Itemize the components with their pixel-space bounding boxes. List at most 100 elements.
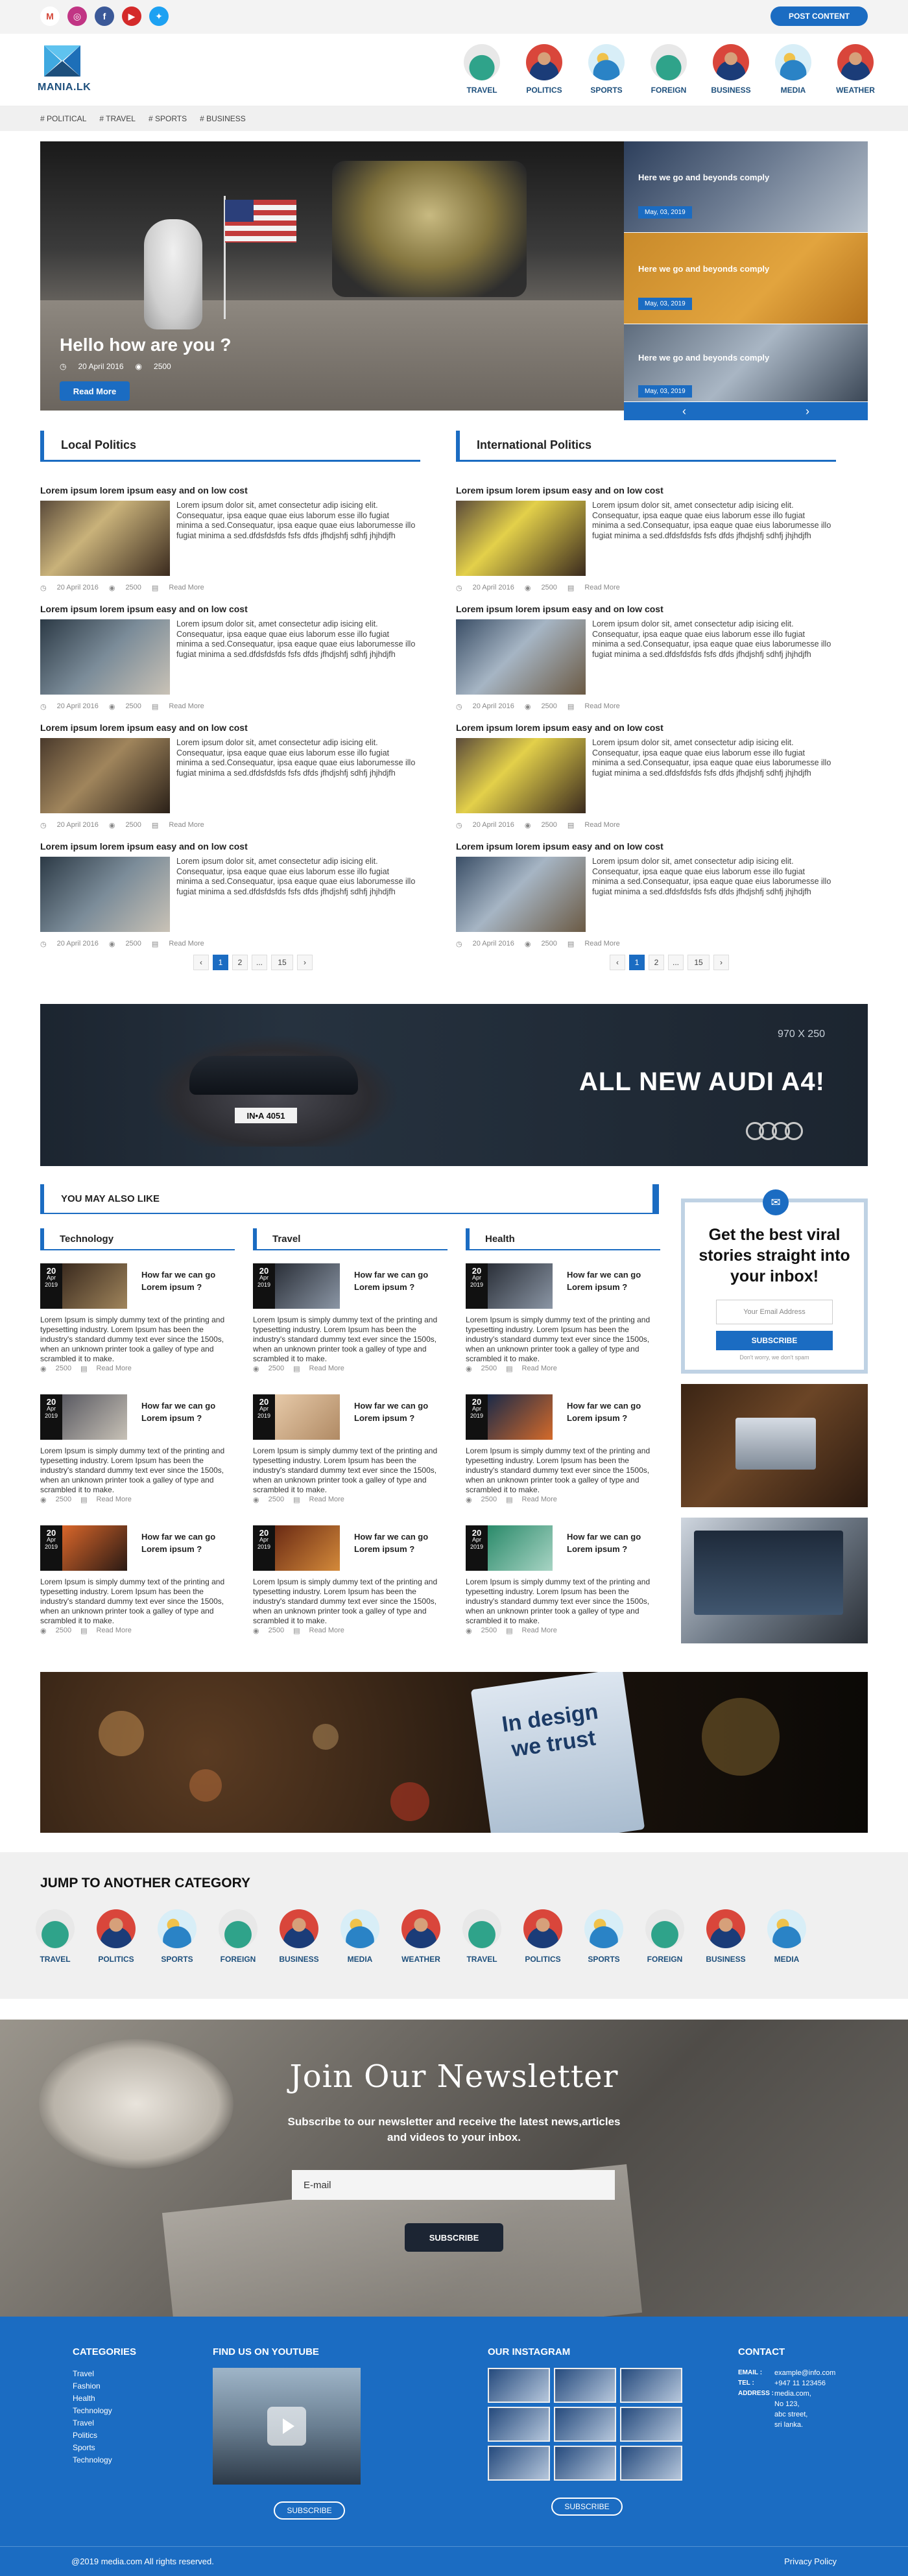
nav-category-foreign[interactable]: FOREIGN <box>647 44 690 95</box>
instagram-icon[interactable]: ◎ <box>67 6 87 26</box>
privacy-policy-link[interactable]: Privacy Policy <box>784 2557 837 2566</box>
read-more-link[interactable]: Read More <box>584 702 619 711</box>
footer-category-link[interactable]: Sports <box>73 2442 136 2454</box>
jump-category-foreign[interactable]: FOREIGN <box>217 1909 259 1964</box>
nav-category-weather[interactable]: WEATHER <box>834 44 877 95</box>
read-more-link[interactable]: Read More <box>584 940 619 948</box>
read-more-link[interactable]: Read More <box>522 1627 557 1635</box>
mini-article-title[interactable]: How far we can go Lorem ipsum ? <box>567 1269 658 1293</box>
hero-side-title[interactable]: Here we go and beyonds comply <box>638 173 769 182</box>
mini-article-title[interactable]: How far we can go Lorem ipsum ? <box>354 1269 445 1293</box>
pager-last[interactable]: 15 <box>687 955 710 970</box>
mini-article-thumbnail[interactable] <box>62 1525 127 1571</box>
instagram-photo[interactable] <box>620 2407 682 2442</box>
youtube-subscribe-button[interactable]: SUBSCRIBE <box>274 2501 345 2520</box>
article-thumbnail[interactable] <box>456 857 586 932</box>
mini-article-thumbnail[interactable] <box>62 1263 127 1309</box>
pager-next[interactable]: › <box>297 955 313 970</box>
jump-category-politics[interactable]: POLITICS <box>521 1909 564 1964</box>
read-more-link[interactable]: Read More <box>169 940 204 948</box>
jump-category-travel[interactable]: TRAVEL <box>34 1909 77 1964</box>
instagram-photo[interactable] <box>620 2368 682 2403</box>
mini-article-title[interactable]: How far we can go Lorem ipsum ? <box>567 1400 658 1424</box>
instagram-subscribe-button[interactable]: SUBSCRIBE <box>551 2498 623 2516</box>
gmail-icon[interactable]: M <box>40 6 60 26</box>
jump-category-media[interactable]: MEDIA <box>339 1909 381 1964</box>
article-thumbnail[interactable] <box>40 857 170 932</box>
instagram-photo[interactable] <box>488 2407 550 2442</box>
jump-category-sports[interactable]: SPORTS <box>156 1909 198 1964</box>
mini-article-title[interactable]: How far we can go Lorem ipsum ? <box>567 1531 658 1555</box>
read-more-link[interactable]: Read More <box>169 821 204 829</box>
article-title[interactable]: Lorem ipsum lorem ipsum easy and on low … <box>456 841 836 852</box>
footer-category-link[interactable]: Politics <box>73 2429 136 2442</box>
instagram-photo[interactable] <box>554 2407 616 2442</box>
mini-article-title[interactable]: How far we can go Lorem ipsum ? <box>354 1531 445 1555</box>
mini-article-thumbnail[interactable] <box>488 1525 553 1571</box>
pager-next[interactable]: › <box>713 955 729 970</box>
pager-page-2[interactable]: 2 <box>232 955 248 970</box>
hero-side-item[interactable]: Here we go and beyonds comply May, 03, 20… <box>624 141 868 233</box>
nav-category-business[interactable]: BUSINESS <box>710 44 752 95</box>
newsletter-email-input[interactable]: E-mail <box>292 2170 615 2200</box>
article-thumbnail[interactable] <box>40 738 170 813</box>
read-more-link[interactable]: Read More <box>584 584 619 592</box>
audi-ad-banner[interactable]: IN•A 4051 970 X 250 ALL NEW AUDI A4! <box>40 1004 868 1166</box>
nav-category-travel[interactable]: TRAVEL <box>460 44 503 95</box>
article-thumbnail[interactable] <box>40 619 170 695</box>
hero-title[interactable]: Hello how are you ? <box>60 335 231 355</box>
article-title[interactable]: Lorem ipsum lorem ipsum easy and on low … <box>40 604 420 614</box>
jump-category-travel[interactable]: TRAVEL <box>460 1909 503 1964</box>
mini-article-title[interactable]: How far we can go Lorem ipsum ? <box>141 1269 232 1293</box>
hero-side-item[interactable]: Here we go and beyonds comply May, 03, 20… <box>624 324 868 402</box>
newsletter-subscribe-button[interactable]: SUBSCRIBE <box>405 2223 503 2252</box>
article-title[interactable]: Lorem ipsum lorem ipsum easy and on low … <box>40 841 420 852</box>
article-thumbnail[interactable] <box>456 619 586 695</box>
youtube-video-thumbnail[interactable] <box>213 2368 361 2485</box>
read-more-link[interactable]: Read More <box>309 1365 344 1373</box>
sidebar-subscribe-button[interactable]: SUBSCRIBE <box>716 1331 833 1350</box>
pager-last[interactable]: 15 <box>271 955 293 970</box>
mini-article-title[interactable]: How far we can go Lorem ipsum ? <box>141 1531 232 1555</box>
read-more-link[interactable]: Read More <box>309 1496 344 1504</box>
mini-article-thumbnail[interactable] <box>62 1394 127 1440</box>
contact-tel[interactable]: +947 11 123456 <box>774 2378 826 2389</box>
mini-article-title[interactable]: How far we can go Lorem ipsum ? <box>141 1400 232 1424</box>
jump-category-foreign[interactable]: FOREIGN <box>643 1909 686 1964</box>
instagram-photo[interactable] <box>620 2446 682 2481</box>
slider-prev-icon[interactable]: ‹ <box>682 405 686 418</box>
read-more-link[interactable]: Read More <box>97 1365 132 1373</box>
hero-main-story[interactable]: Hello how are you ? ◷ 20 April 2016 ◉ 25… <box>40 141 624 411</box>
logo[interactable]: MANIA.LK <box>38 42 91 93</box>
jump-category-weather[interactable]: WEATHER <box>400 1909 442 1964</box>
hero-side-title[interactable]: Here we go and beyonds comply <box>638 264 769 274</box>
instagram-photo[interactable] <box>488 2368 550 2403</box>
mini-article-title[interactable]: How far we can go Lorem ipsum ? <box>354 1400 445 1424</box>
tag-link[interactable]: # TRAVEL <box>99 114 136 123</box>
article-title[interactable]: Lorem ipsum lorem ipsum easy and on low … <box>456 722 836 733</box>
mini-article-thumbnail[interactable] <box>275 1263 340 1309</box>
nav-category-media[interactable]: MEDIA <box>772 44 815 95</box>
pager-prev[interactable]: ‹ <box>610 955 625 970</box>
article-thumbnail[interactable] <box>40 501 170 576</box>
read-more-link[interactable]: Read More <box>522 1496 557 1504</box>
read-more-link[interactable]: Read More <box>522 1365 557 1373</box>
jump-category-media[interactable]: MEDIA <box>765 1909 808 1964</box>
facebook-icon[interactable]: f <box>95 6 114 26</box>
youtube-icon[interactable]: ▶ <box>122 6 141 26</box>
hero-side-title[interactable]: Here we go and beyonds comply <box>638 353 769 363</box>
read-more-link[interactable]: Read More <box>97 1496 132 1504</box>
hero-side-item[interactable]: Here we go and beyonds comply May, 03, 20… <box>624 233 868 324</box>
pager-page-2[interactable]: 2 <box>649 955 664 970</box>
article-title[interactable]: Lorem ipsum lorem ipsum easy and on low … <box>40 485 420 495</box>
footer-category-link[interactable]: Technology <box>73 2405 136 2417</box>
article-title[interactable]: Lorem ipsum lorem ipsum easy and on low … <box>40 722 420 733</box>
jump-category-sports[interactable]: SPORTS <box>582 1909 625 1964</box>
instagram-photo[interactable] <box>554 2446 616 2481</box>
mini-article-thumbnail[interactable] <box>275 1525 340 1571</box>
slider-next-icon[interactable]: › <box>806 405 809 418</box>
post-content-button[interactable]: POST CONTENT <box>771 6 868 26</box>
nav-category-sports[interactable]: SPORTS <box>585 44 628 95</box>
article-thumbnail[interactable] <box>456 501 586 576</box>
read-more-link[interactable]: Read More <box>309 1627 344 1635</box>
